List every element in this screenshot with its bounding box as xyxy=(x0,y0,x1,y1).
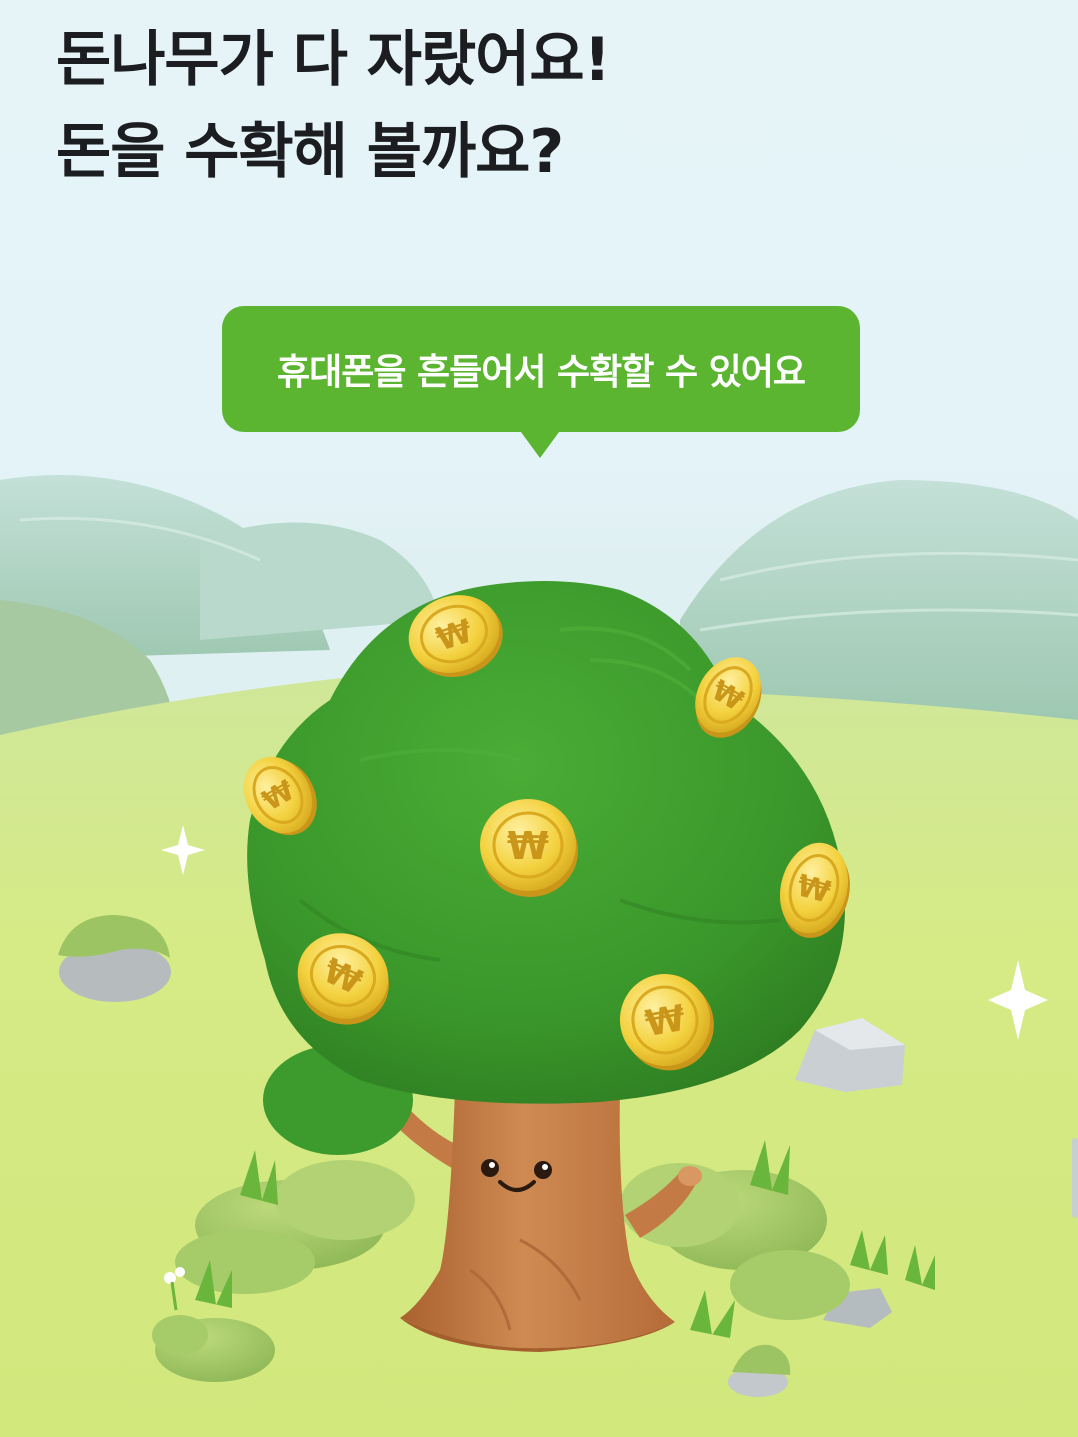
money-tree-illustration[interactable]: ₩ ₩ ₩ ₩ ₩ ₩ ₩ xyxy=(0,0,1078,1437)
svg-text:₩: ₩ xyxy=(642,998,689,1045)
mossy-rock xyxy=(58,915,171,1002)
bubble-tail xyxy=(518,428,562,458)
scrollbar[interactable] xyxy=(1072,1138,1078,1218)
shake-hint-bubble: 휴대폰을 흔들어서 수확할 수 있어요 xyxy=(222,306,860,432)
svg-text:₩: ₩ xyxy=(507,824,549,868)
shake-hint-text: 휴대폰을 흔들어서 수확할 수 있어요 xyxy=(277,352,806,393)
